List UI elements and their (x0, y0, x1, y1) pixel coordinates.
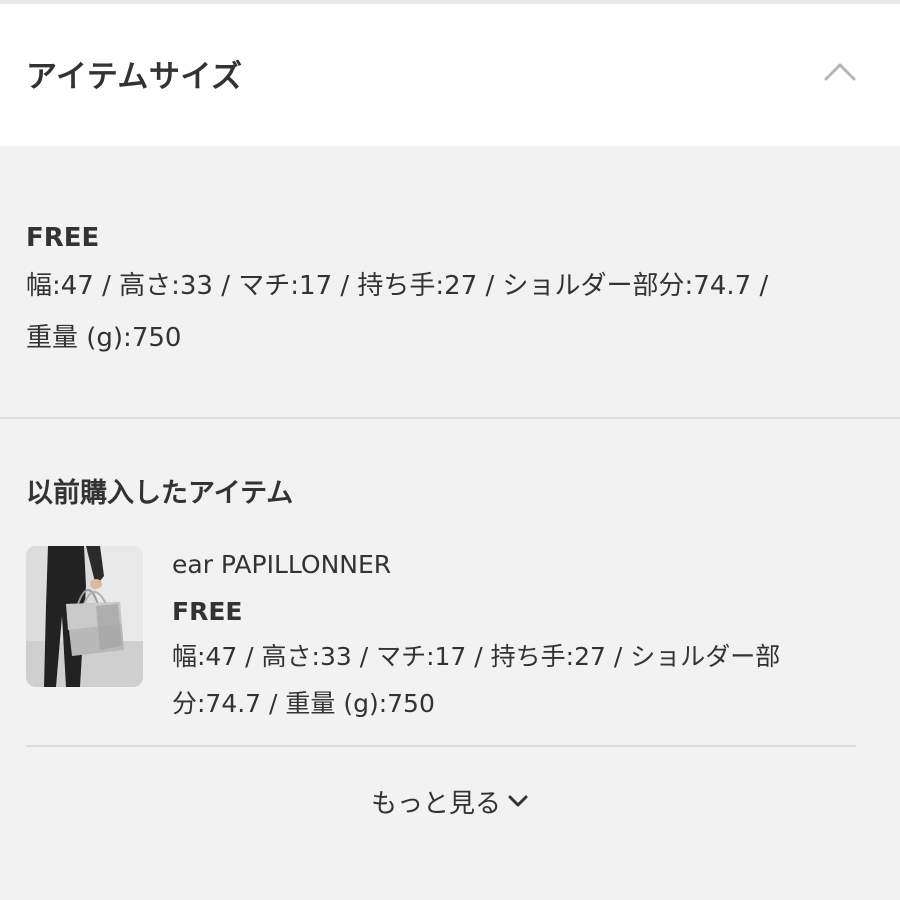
previous-items-title: 以前購入したアイテム (26, 478, 294, 509)
item-spec-line-1: 幅:47 / 高さ:33 / マチ:17 / 持ち手:27 / ショルダー部 (172, 642, 781, 671)
previous-item-card[interactable]: ear PAPILLONNER FREE 幅:47 / 高さ:33 / マチ:1… (26, 546, 856, 736)
item-spec-line-2: 分:74.7 / 重量 (g):750 (172, 689, 435, 718)
show-more-button[interactable]: もっと見る (0, 778, 900, 824)
size-spec: 幅:47 / 高さ:33 / マチ:17 / 持ち手:27 / ショルダー部分:… (26, 260, 846, 364)
item-brand: ear PAPILLONNER (172, 550, 392, 579)
item-info: ear PAPILLONNER FREE 幅:47 / 高さ:33 / マチ:1… (172, 546, 832, 727)
section-title: アイテムサイズ (26, 58, 243, 95)
item-size-accordion-header[interactable]: アイテムサイズ (0, 4, 900, 146)
size-name: FREE (26, 223, 100, 253)
item-divider (26, 745, 856, 747)
chevron-up-icon[interactable] (824, 60, 856, 82)
show-more-label: もっと見る (370, 788, 501, 819)
section-divider (0, 417, 900, 419)
item-size: FREE (172, 597, 243, 626)
item-spec: 幅:47 / 高さ:33 / マチ:17 / 持ち手:27 / ショルダー部 分… (172, 633, 812, 727)
item-thumbnail[interactable] (26, 546, 143, 687)
size-info: FREE 幅:47 / 高さ:33 / マチ:17 / 持ち手:27 / ショル… (26, 218, 876, 364)
size-spec-line-2: 重量 (g):750 (26, 323, 182, 353)
chevron-down-icon (507, 793, 529, 809)
item-size-page: アイテムサイズ FREE 幅:47 / 高さ:33 / マチ:17 / 持ち手:… (0, 0, 900, 900)
size-spec-line-1: 幅:47 / 高さ:33 / マチ:17 / 持ち手:27 / ショルダー部分:… (26, 271, 769, 301)
